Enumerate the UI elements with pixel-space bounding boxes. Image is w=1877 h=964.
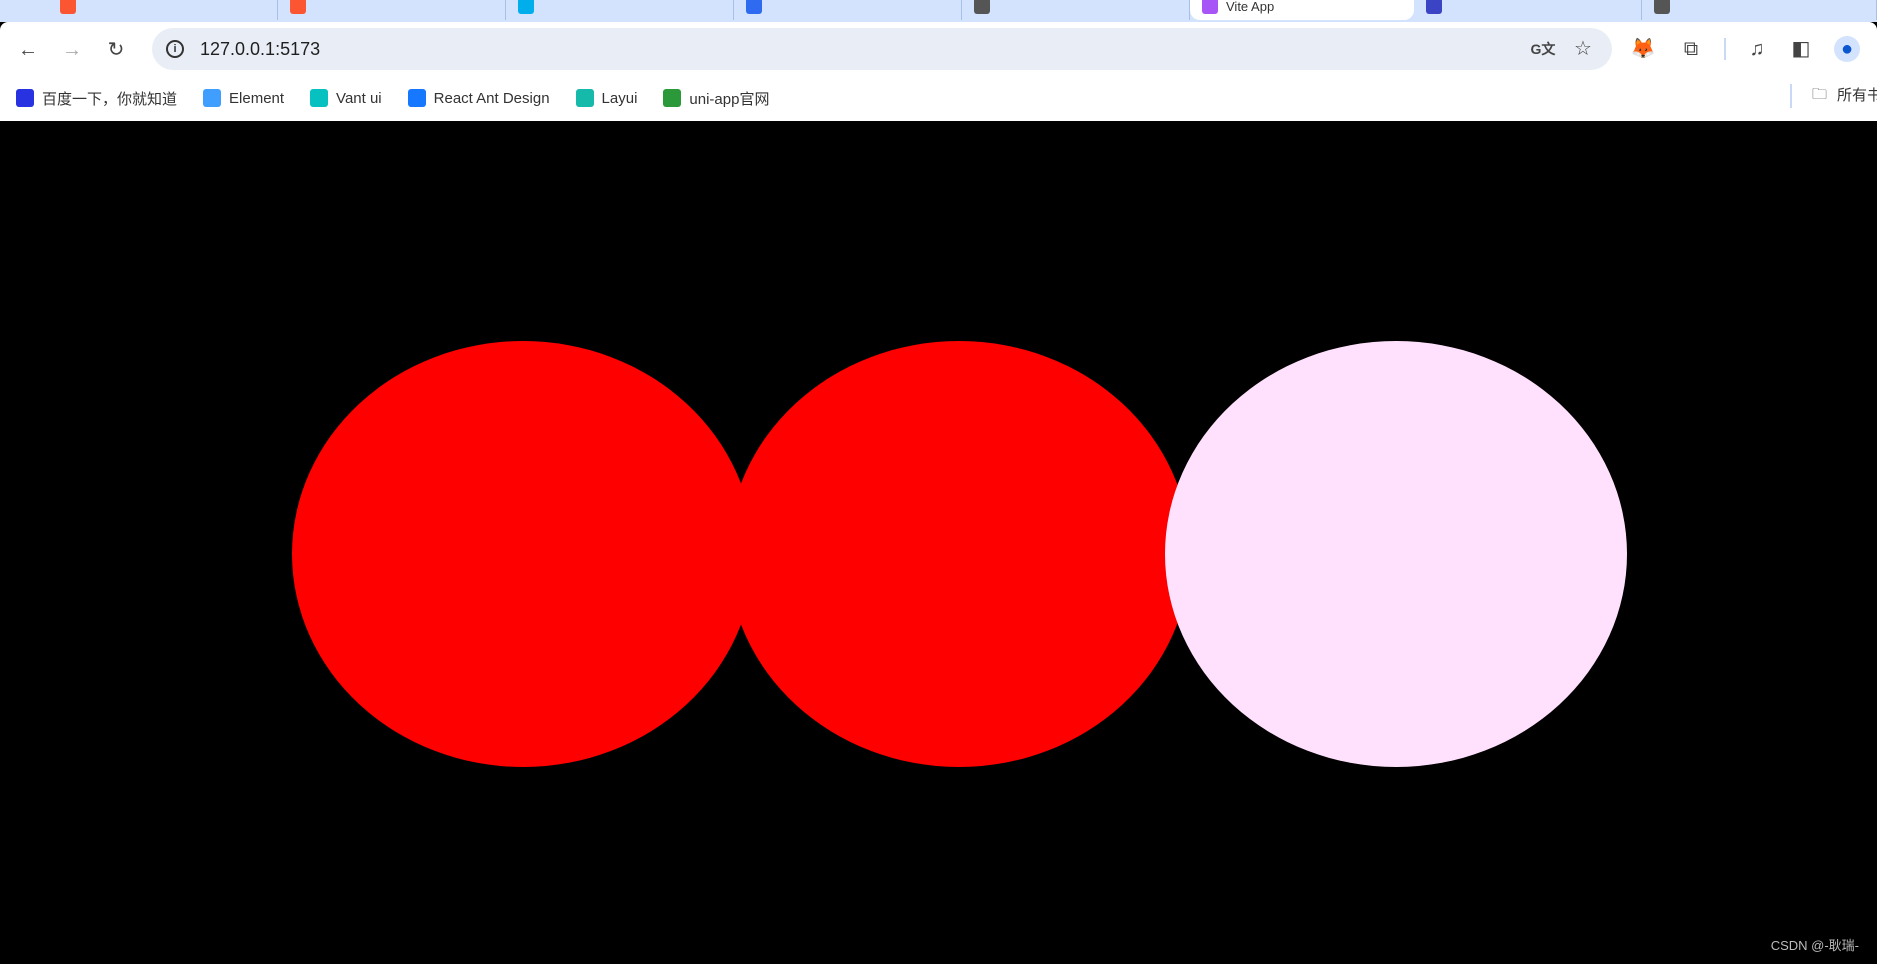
tab[interactable]: Vite App <box>1190 0 1414 20</box>
bookmark-star-icon[interactable]: ☆ <box>1570 36 1596 62</box>
raycaster-icon <box>974 0 990 14</box>
bookmark-item[interactable]: React Ant Design <box>407 89 550 107</box>
tab-icon <box>1654 0 1670 14</box>
reload-button[interactable]: ↻ <box>104 38 128 62</box>
bookmark-item[interactable]: uni-app官网 <box>663 88 769 109</box>
vant-icon <box>310 89 329 107</box>
bookmark-label: Element <box>229 89 285 107</box>
circle <box>292 341 754 767</box>
url-text: 127.0.0.1:5173 <box>200 38 321 59</box>
baidu-translate-icon <box>746 0 762 14</box>
tab[interactable] <box>278 0 506 20</box>
vite-icon <box>1202 0 1218 14</box>
watermark: CSDN @-耿瑞- <box>1770 938 1859 953</box>
all-bookmarks-button[interactable]: 🗀 所有书签 <box>1812 84 1877 109</box>
tab[interactable] <box>1642 0 1877 20</box>
bookmark-label: Vant ui <box>336 89 382 107</box>
bookmark-label: Layui <box>601 89 638 107</box>
bookmarks-bar: 百度一下，你就知道 Element Vant ui React Ant Design L… <box>0 80 1877 116</box>
layui-icon <box>575 89 594 107</box>
csdn-icon <box>290 0 306 14</box>
forward-button[interactable]: → <box>60 38 84 62</box>
bookmark-item[interactable]: Vant ui <box>310 89 382 107</box>
tab-title: Vite App <box>1226 0 1275 14</box>
bookmark-label: React Ant Design <box>433 89 550 107</box>
tab[interactable] <box>1414 0 1642 20</box>
bookmark-item[interactable]: Layui <box>575 89 638 107</box>
browser-toolbar: ← → ↻ i 127.0.0.1:5173 G文 ☆ 🦊 ⧉ ♫ ◧ ● 百度… <box>0 22 1877 121</box>
tab-strip: Vite App <box>0 0 1877 22</box>
side-panel-icon[interactable]: ◧ <box>1788 36 1814 62</box>
profile-avatar-icon[interactable]: ● <box>1834 36 1860 62</box>
address-bar[interactable]: i 127.0.0.1:5173 <box>152 28 1612 70</box>
bookmark-label: 百度一下，你就知道 <box>42 90 178 108</box>
circle <box>1165 341 1627 767</box>
element-icon <box>203 89 222 107</box>
bilibili-icon <box>518 0 534 14</box>
bookmark-label: uni-app官网 <box>689 90 770 108</box>
csdn-icon <box>60 0 76 14</box>
folder-icon: 🗀 <box>1812 86 1828 103</box>
metamask-fox-icon[interactable]: 🦊 <box>1630 36 1656 62</box>
bookmark-item[interactable]: Element <box>203 89 284 107</box>
mongoose-icon <box>1426 0 1442 14</box>
tab[interactable] <box>734 0 962 20</box>
back-button[interactable]: ← <box>16 38 40 62</box>
site-info-icon[interactable]: i <box>166 40 184 58</box>
bookmark-item[interactable]: 百度一下，你就知道 <box>16 88 177 109</box>
toolbar-divider <box>1724 38 1726 60</box>
tab[interactable] <box>48 0 278 20</box>
tab[interactable] <box>962 0 1190 20</box>
bookmarks-divider <box>1790 84 1792 108</box>
translate-icon[interactable]: G文 <box>1530 36 1556 62</box>
extensions-icon[interactable]: ⧉ <box>1678 36 1704 62</box>
page-canvas: CSDN @-耿瑞- <box>0 121 1877 964</box>
tab[interactable] <box>506 0 734 20</box>
baidu-icon <box>16 89 34 107</box>
uniapp-icon <box>663 89 682 107</box>
circle <box>728 341 1190 767</box>
media-control-icon[interactable]: ♫ <box>1744 36 1770 62</box>
antd-icon <box>407 89 426 107</box>
